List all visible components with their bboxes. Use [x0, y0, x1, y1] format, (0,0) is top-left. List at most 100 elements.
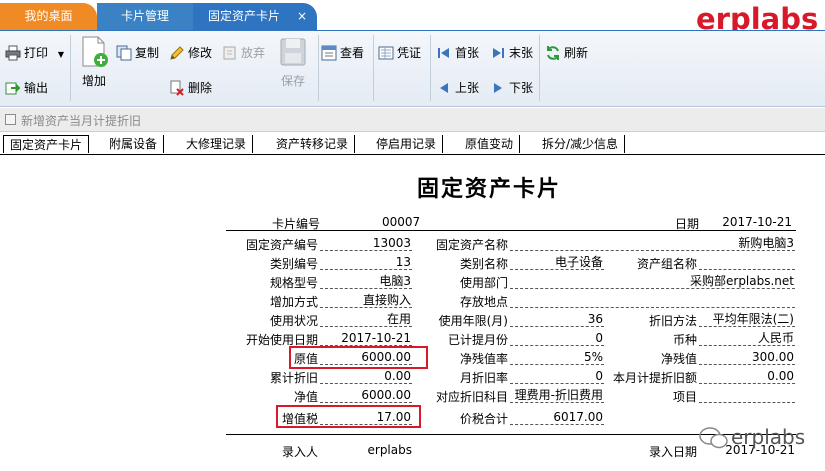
refresh-button[interactable]: 刷新 — [545, 42, 588, 64]
subtab-transfer[interactable]: 资产转移记录 — [270, 135, 356, 153]
salvage-field[interactable]: 300.00 — [699, 350, 795, 365]
subtab-accessories[interactable]: 附属设备 — [103, 135, 165, 153]
add-document-icon — [82, 36, 108, 67]
dept-label: 使用部门 — [459, 276, 508, 290]
asset-no-field[interactable]: 13003 — [320, 236, 412, 251]
prev-button[interactable]: 上张 — [436, 77, 479, 99]
save-button[interactable]: 保存 — [273, 36, 313, 89]
entered-by-value: erplabs — [367, 443, 413, 457]
voucher-button[interactable]: 凭证 — [378, 42, 421, 64]
tab-card-management[interactable]: 卡片管理 — [97, 3, 193, 30]
toolbar-separator — [318, 35, 319, 101]
asset-name-field[interactable]: 新购电脑3 — [510, 236, 795, 251]
card-title: 固定资产卡片 — [417, 177, 562, 202]
view-button[interactable]: 查看 — [321, 42, 364, 64]
depreciation-account-field[interactable]: 理费用-折旧费用 — [510, 388, 604, 403]
option-row: 新增资产当月计提折旧 — [0, 108, 825, 132]
toolbar: 打印 ▼ 输出 增加 复制 修改 放弃 删除 保存 查看 凭证 首张 末张 上张 — [0, 30, 825, 107]
delete-button[interactable]: 删除 — [169, 77, 212, 99]
accumulated-depreciation-field[interactable]: 0.00 — [320, 369, 412, 384]
discard-label: 放弃 — [241, 46, 266, 60]
card-header-line — [226, 230, 796, 231]
refresh-icon — [547, 45, 559, 60]
discard-icon — [223, 46, 236, 59]
salvage-label: 净残值 — [660, 352, 697, 366]
toolbar-separator — [373, 35, 374, 101]
life-label: 使用年限(月) — [438, 314, 508, 328]
total-with-tax-label: 价税合计 — [459, 412, 508, 426]
next-label: 下张 — [509, 81, 534, 95]
date-value: 2017-10-21 — [722, 215, 792, 229]
monthly-rate-label: 月折旧率 — [459, 371, 508, 385]
last-button[interactable]: 末张 — [490, 42, 533, 64]
status-field[interactable]: 在用 — [320, 312, 412, 327]
first-button[interactable]: 首张 — [436, 42, 479, 64]
prev-label: 上张 — [455, 81, 480, 95]
add-button[interactable]: 增加 — [74, 36, 114, 89]
save-label: 保存 — [280, 74, 305, 88]
subtab-overhaul[interactable]: 大修理记录 — [180, 135, 254, 153]
export-icon — [5, 82, 21, 94]
monthly-depreciation-field[interactable]: 0.00 — [699, 369, 795, 384]
add-method-field[interactable]: 直接购入 — [320, 293, 412, 308]
dep-method-field[interactable]: 平均年限法(二) — [699, 312, 795, 327]
monthly-rate-field[interactable]: 0 — [510, 369, 604, 384]
subtab-value-change[interactable]: 原值变动 — [459, 135, 521, 153]
chevron-down-icon[interactable]: ▼ — [58, 50, 64, 59]
next-button[interactable]: 下张 — [490, 77, 533, 99]
card-subtabs: 固定资产卡片 附属设备 大修理记录 资产转移记录 停启用记录 原值变动 拆分/减… — [0, 133, 825, 155]
first-label: 首张 — [455, 46, 480, 60]
dept-field[interactable]: 采购部erplabs.net — [510, 274, 795, 289]
spec-field[interactable]: 电脑3 — [320, 274, 412, 289]
asset-group-label: 资产组名称 — [636, 257, 697, 271]
project-field[interactable] — [699, 388, 795, 403]
asset-no-label: 固定资产编号 — [245, 238, 318, 252]
accumulated-depreciation-label: 累计折旧 — [269, 371, 318, 385]
current-month-depreciation-checkbox[interactable] — [5, 114, 16, 125]
prev-arrow-icon — [440, 82, 448, 93]
monthly-depreciation-label: 本月计提折旧额 — [612, 371, 697, 385]
export-label: 输出 — [24, 81, 49, 95]
tab-asset-card[interactable]: 固定资产卡片 × — [193, 3, 317, 30]
view-icon — [321, 45, 337, 60]
close-icon[interactable]: × — [297, 3, 307, 30]
tab-home-label: 我的桌面 — [24, 9, 73, 23]
net-value-field[interactable]: 6000.00 — [320, 388, 412, 403]
tab-card-management-label: 卡片管理 — [120, 9, 169, 23]
highlight-original-value — [289, 346, 428, 369]
add-label: 增加 — [81, 74, 106, 88]
discard-button[interactable]: 放弃 — [222, 42, 265, 64]
currency-field[interactable]: 人民币 — [699, 331, 795, 346]
edit-button[interactable]: 修改 — [169, 42, 212, 64]
delete-icon — [170, 80, 184, 96]
tab-home[interactable]: 我的桌面 — [0, 3, 97, 30]
project-label: 项目 — [672, 390, 697, 404]
spec-label: 规格型号 — [269, 276, 318, 290]
salvage-rate-field[interactable]: 5% — [510, 350, 604, 365]
asset-group-field[interactable] — [699, 255, 795, 270]
copy-button[interactable]: 复制 — [116, 42, 159, 64]
subtab-split-reduce[interactable]: 拆分/减少信息 — [536, 135, 626, 153]
toolbar-separator — [539, 35, 540, 101]
delete-label: 删除 — [188, 81, 213, 95]
category-no-field[interactable]: 13 — [320, 255, 412, 270]
export-button[interactable]: 输出 — [5, 77, 48, 99]
next-arrow-icon — [494, 82, 502, 93]
start-date-field[interactable]: 2017-10-21 — [320, 331, 412, 346]
print-button[interactable]: 打印 ▼ — [5, 42, 64, 64]
highlight-vat — [276, 405, 421, 428]
status-label: 使用状况 — [269, 314, 318, 328]
first-arrow-icon — [438, 47, 449, 58]
life-field[interactable]: 36 — [510, 312, 604, 327]
tab-asset-card-label: 固定资产卡片 — [207, 9, 280, 23]
last-arrow-icon — [493, 47, 504, 58]
months-field[interactable]: 0 — [510, 331, 604, 346]
voucher-icon — [378, 46, 394, 59]
subtab-stop-start[interactable]: 停启用记录 — [370, 135, 444, 153]
subtab-asset-card[interactable]: 固定资产卡片 — [3, 135, 90, 153]
asset-name-label: 固定资产名称 — [435, 238, 508, 252]
category-name-field[interactable]: 电子设备 — [510, 255, 604, 270]
total-with-tax-field[interactable]: 6017.00 — [510, 410, 604, 425]
toolbar-separator — [70, 35, 71, 101]
location-field[interactable] — [510, 293, 795, 308]
